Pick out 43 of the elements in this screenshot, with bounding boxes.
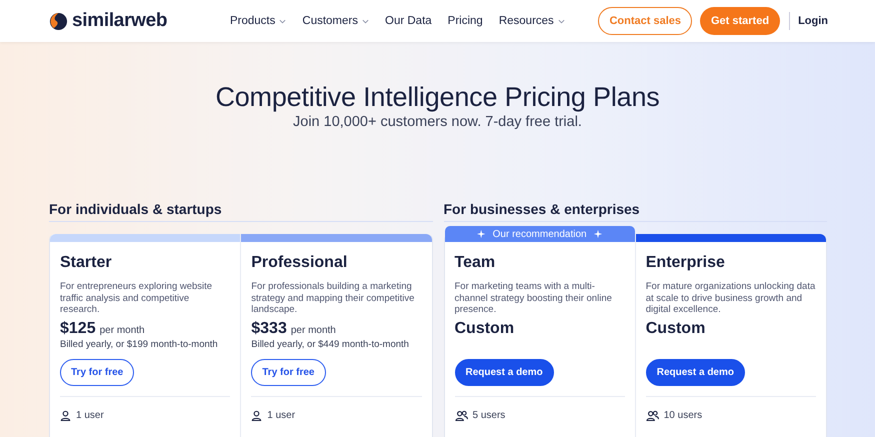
plan-price: Custom <box>646 320 706 338</box>
try-free-button[interactable]: Try for free <box>251 359 326 386</box>
page-subtitle: Join 10,000+ customers now. 7-day free trial. <box>292 114 583 130</box>
users-icon <box>454 410 468 421</box>
nav-link[interactable]: Pricing <box>448 15 483 27</box>
billing-note: Billed yearly, or $449 month-to-month <box>251 339 410 352</box>
plan-price: Custom <box>454 320 514 338</box>
user-count: 5 users <box>472 410 506 421</box>
price-period: per month <box>100 325 145 336</box>
plan-description: For marketing teams with a multi-channel strategy boosting their online presence. <box>454 281 613 317</box>
plan-name: Team <box>454 254 496 272</box>
nav-link[interactable]: Customers <box>302 15 369 27</box>
plan-price: $333 <box>251 320 287 338</box>
billing-note: Billed yearly, or $199 month-to-month <box>60 339 219 352</box>
nav-link[interactable]: Our Data <box>385 15 432 27</box>
logo-wordmark[interactable]: similarweb <box>72 10 168 32</box>
plan-description: For professionals building a marketing strategy and mapping their competitive landscape. <box>251 281 416 317</box>
plan-name: Starter <box>60 254 113 272</box>
user-icon <box>251 410 262 421</box>
user-count: 1 user <box>76 410 104 421</box>
request-demo-button[interactable]: Request a demo <box>646 359 745 386</box>
user-count: 10 users <box>664 410 702 421</box>
request-demo-button[interactable]: Request a demo <box>454 359 554 386</box>
users-icon <box>646 410 659 421</box>
nav-link[interactable]: Resources <box>498 15 565 27</box>
nav-link[interactable]: Products <box>230 15 286 27</box>
user-icon <box>60 410 71 421</box>
plan-name: Enterprise <box>646 254 726 272</box>
plan-name: Professional <box>251 254 348 272</box>
section-heading: For individuals & startups <box>49 201 432 222</box>
page-title: Competitive Intelligence Pricing Plans <box>214 82 661 113</box>
price-period: per month <box>290 325 336 336</box>
login-link[interactable]: Login <box>798 15 828 27</box>
sparkle-icon <box>592 229 603 239</box>
try-free-button[interactable]: Try for free <box>60 359 134 386</box>
section-heading: For businesses & enterprises <box>444 201 827 222</box>
plan-price: $125 <box>60 320 96 338</box>
plan-description: For entrepreneurs exploring website traffic analysis and competitive research. <box>60 281 214 317</box>
logo-icon[interactable] <box>49 12 68 30</box>
plan-description: For mature organizations unlocking data at scale to drive business growth and digital excellence. <box>646 281 816 317</box>
badge-label: Our recommendation <box>492 228 587 240</box>
sparkle-icon <box>476 229 487 239</box>
user-count: 1 user <box>267 410 296 421</box>
